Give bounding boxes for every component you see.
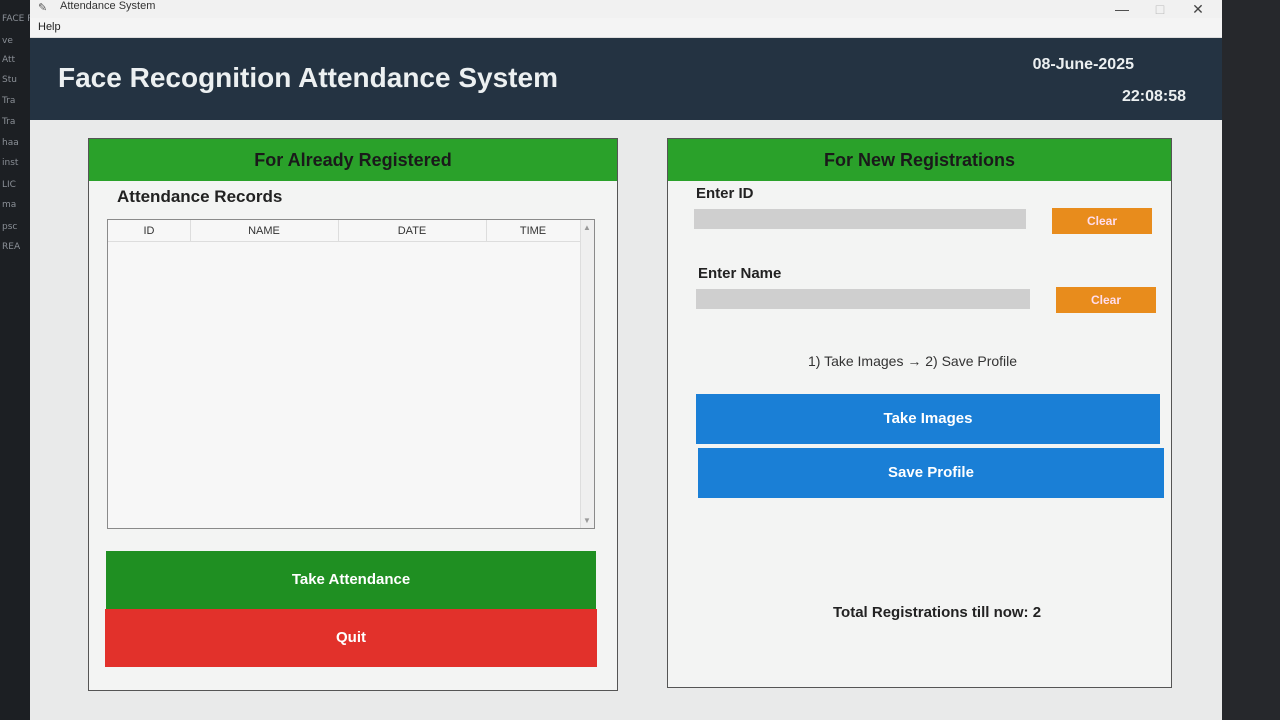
registration-steps-text: 1) Take Images → 2) Save Profile <box>808 353 1018 369</box>
total-registrations-label: Total Registrations till now: 2 <box>833 604 1042 621</box>
menu-bar: Help <box>30 18 1222 38</box>
take-images-button[interactable]: Take Images <box>696 394 1160 444</box>
enter-name-label: Enter Name <box>698 265 782 282</box>
editor-item: Att <box>2 55 16 65</box>
clear-name-button[interactable]: Clear <box>1056 287 1156 313</box>
quit-button[interactable]: Quit <box>105 609 597 667</box>
editor-item: FACE R <box>2 14 34 24</box>
editor-item: REA <box>2 242 21 252</box>
column-header-name[interactable]: NAME <box>190 225 338 237</box>
take-attendance-button[interactable]: Take Attendance <box>106 551 596 609</box>
attendance-table[interactable]: ID NAME DATE TIME ▲ ▼ <box>107 219 595 529</box>
id-input[interactable] <box>694 209 1026 229</box>
app-header: Face Recognition Attendance System 08-Ju… <box>30 38 1222 120</box>
registered-panel-header: For Already Registered <box>89 139 617 181</box>
window-title: Attendance System <box>60 0 156 12</box>
editor-item: haa <box>2 138 19 148</box>
title-bar: ✎ Attendance System — □ ✕ <box>30 0 1222 18</box>
background-right-strip <box>1220 0 1280 720</box>
date-label: 08-June-2025 <box>1032 56 1134 73</box>
editor-item: Tra <box>2 96 16 106</box>
name-input[interactable] <box>696 289 1030 309</box>
menu-help[interactable]: Help <box>38 21 61 33</box>
editor-item: inst <box>2 158 19 168</box>
editor-item: ve <box>2 36 13 46</box>
scroll-up-icon[interactable]: ▲ <box>583 223 591 232</box>
editor-item: ma <box>2 200 17 210</box>
attendance-records-title: Attendance Records <box>117 187 283 206</box>
table-scrollbar[interactable]: ▲ ▼ <box>580 220 594 528</box>
scroll-down-icon[interactable]: ▼ <box>583 516 591 525</box>
editor-item: psc <box>2 222 18 232</box>
minimize-button[interactable]: — <box>1112 1 1132 17</box>
editor-item: Stu <box>2 75 17 85</box>
app-window: ✎ Attendance System — □ ✕ Help Face Reco… <box>30 0 1222 720</box>
new-registration-panel: For New Registrations Enter ID Clear Ent… <box>667 138 1172 688</box>
registered-panel: For Already Registered Attendance Record… <box>88 138 618 691</box>
app-title: Face Recognition Attendance System <box>58 62 558 93</box>
clock-label: 22:08:58 <box>1121 88 1186 105</box>
editor-item: LIC <box>2 180 16 190</box>
feather-icon: ✎ <box>38 2 48 14</box>
close-button[interactable]: ✕ <box>1188 1 1208 18</box>
table-header: ID NAME DATE TIME <box>108 220 580 242</box>
clear-id-button[interactable]: Clear <box>1052 208 1152 234</box>
enter-id-label: Enter ID <box>696 185 754 202</box>
column-header-time[interactable]: TIME <box>486 225 580 237</box>
column-header-id[interactable]: ID <box>108 225 190 237</box>
editor-item: Tra <box>2 117 16 127</box>
column-header-date[interactable]: DATE <box>338 225 486 237</box>
save-profile-button[interactable]: Save Profile <box>698 448 1164 498</box>
new-registration-panel-header: For New Registrations <box>668 139 1171 181</box>
maximize-button[interactable]: □ <box>1150 1 1170 17</box>
